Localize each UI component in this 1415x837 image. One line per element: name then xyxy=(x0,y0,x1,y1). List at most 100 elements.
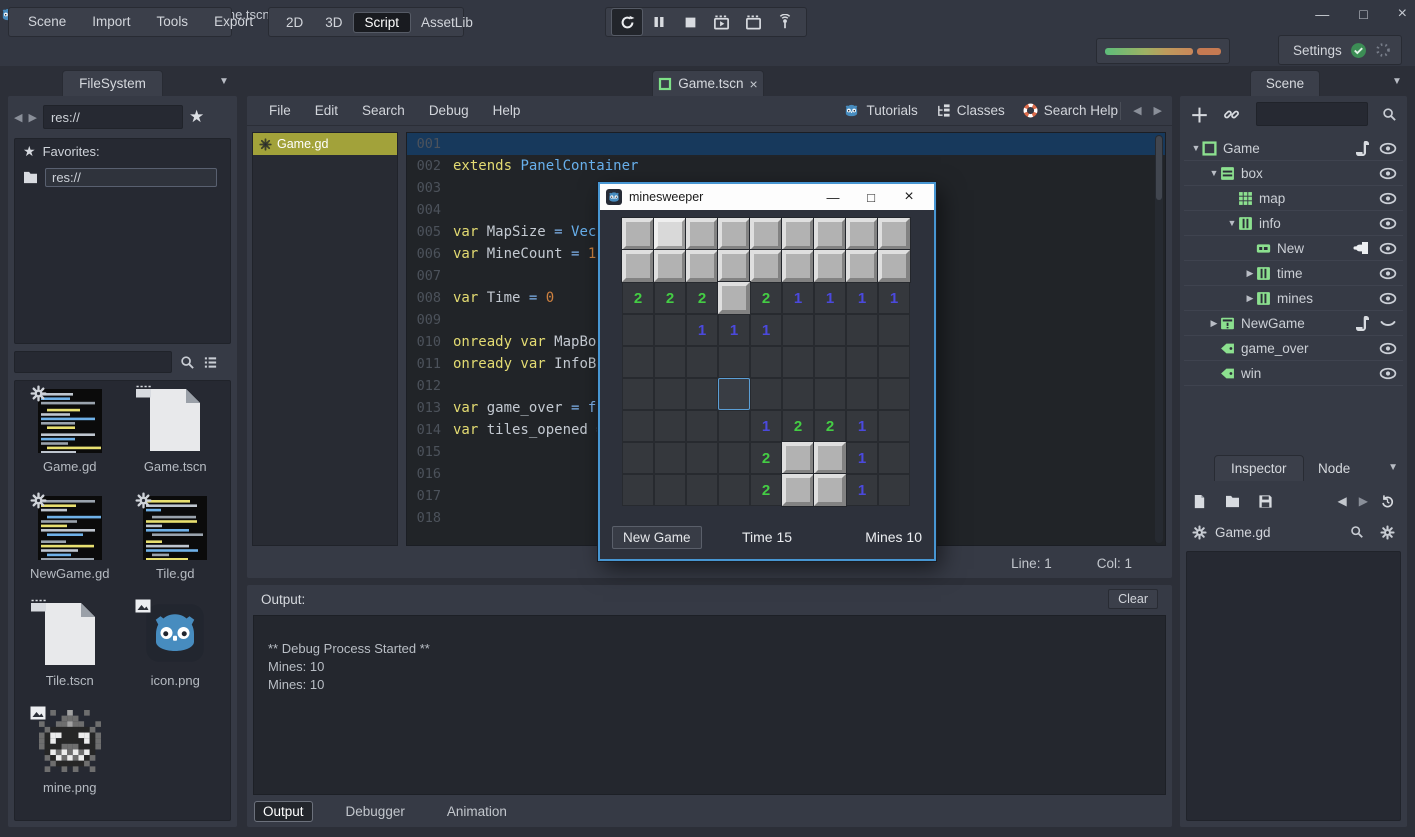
scene-node-time[interactable]: ▶time xyxy=(1184,261,1403,286)
play-custom-scene-button[interactable] xyxy=(738,9,768,35)
game-close-button[interactable]: × xyxy=(890,184,928,210)
board-cell-r5c6[interactable] xyxy=(814,378,846,410)
menu-export[interactable]: Export xyxy=(201,8,266,36)
board-cell-r3c4[interactable]: 1 xyxy=(750,314,782,346)
visibility-eye-icon[interactable] xyxy=(1379,192,1397,205)
script-menu-debug[interactable]: Debug xyxy=(417,103,481,118)
board-cell-r1c1[interactable] xyxy=(654,250,686,282)
file-tile-tscn[interactable]: Tile.tscn xyxy=(17,603,123,688)
history-icon[interactable] xyxy=(1380,494,1395,509)
code-scrollbar[interactable] xyxy=(1155,135,1163,543)
board-cell-r4c2[interactable] xyxy=(686,346,718,378)
fs-path-input[interactable]: res:// xyxy=(43,105,183,129)
board-cell-r0c3[interactable] xyxy=(718,218,750,250)
board-cell-r0c2[interactable] xyxy=(686,218,718,250)
board-cell-r1c7[interactable] xyxy=(846,250,878,282)
board-cell-r5c8[interactable] xyxy=(878,378,910,410)
menu-import[interactable]: Import xyxy=(79,8,143,36)
board-cell-r5c4[interactable] xyxy=(750,378,782,410)
board-cell-r7c4[interactable]: 2 xyxy=(750,442,782,474)
board-cell-r7c1[interactable] xyxy=(654,442,686,474)
script-menu-search[interactable]: Search xyxy=(350,103,417,118)
board-cell-r3c6[interactable] xyxy=(814,314,846,346)
game-maximize-button[interactable]: □ xyxy=(852,184,890,210)
save-resource-icon[interactable] xyxy=(1258,494,1273,509)
visibility-eye-icon[interactable] xyxy=(1379,217,1397,230)
scene-filter-input[interactable] xyxy=(1256,102,1368,126)
file-game-gd[interactable]: Game.gd xyxy=(17,389,123,474)
expand-right-icon[interactable]: ▶ xyxy=(1244,268,1256,279)
board-cell-r2c4[interactable]: 2 xyxy=(750,282,782,314)
script-menu-file[interactable]: File xyxy=(257,103,303,118)
new-resource-icon[interactable] xyxy=(1192,494,1207,509)
board-cell-r8c4[interactable]: 2 xyxy=(750,474,782,506)
load-resource-icon[interactable] xyxy=(1225,495,1240,508)
inspector-menu-icon[interactable]: ▼ xyxy=(1388,462,1398,473)
board-cell-r5c2[interactable] xyxy=(686,378,718,410)
help-classes[interactable]: Classes xyxy=(936,103,1005,118)
object-tools-gear-icon[interactable] xyxy=(1380,525,1395,540)
board-cell-r8c6[interactable] xyxy=(814,474,846,506)
script-list-item[interactable]: Game.gd xyxy=(253,133,397,155)
settings-button[interactable]: Settings xyxy=(1278,35,1402,65)
fs-back-icon[interactable]: ◀ xyxy=(14,111,22,124)
fs-search-input[interactable] xyxy=(14,351,172,373)
search-icon[interactable] xyxy=(180,355,195,370)
board-cell-r3c2[interactable]: 1 xyxy=(686,314,718,346)
board-cell-r5c7[interactable] xyxy=(846,378,878,410)
tab-scene[interactable]: Scene xyxy=(1250,70,1320,96)
board-cell-r0c5[interactable] xyxy=(782,218,814,250)
scene-node-win[interactable]: win xyxy=(1184,361,1403,386)
board-cell-r2c5[interactable]: 1 xyxy=(782,282,814,314)
board-cell-r4c0[interactable] xyxy=(622,346,654,378)
favorite-star-icon[interactable]: ★ xyxy=(189,107,204,127)
file-game-tscn[interactable]: Game.tscn xyxy=(123,389,229,474)
board-cell-r3c3[interactable]: 1 xyxy=(718,314,750,346)
board-cell-r4c1[interactable] xyxy=(654,346,686,378)
menu-tools[interactable]: Tools xyxy=(144,8,202,36)
signal-badge-icon[interactable] xyxy=(1353,241,1369,255)
board-cell-r6c2[interactable] xyxy=(686,410,718,442)
board-cell-r4c4[interactable] xyxy=(750,346,782,378)
board-cell-r0c0[interactable] xyxy=(622,218,654,250)
board-cell-r6c8[interactable] xyxy=(878,410,910,442)
tab-node[interactable]: Node xyxy=(1302,455,1366,481)
tab-inspector[interactable]: Inspector xyxy=(1214,455,1304,481)
scene-node-new[interactable]: New xyxy=(1184,236,1403,261)
script-back-icon[interactable]: ◀ xyxy=(1133,104,1141,117)
script-badge-icon[interactable] xyxy=(1356,316,1369,331)
file-tile-gd[interactable]: Tile.gd xyxy=(123,496,229,581)
board-cell-r8c1[interactable] xyxy=(654,474,686,506)
expand-down-icon[interactable]: ▼ xyxy=(1190,143,1202,153)
context-tab-assetlib[interactable]: AssetLib xyxy=(410,13,484,32)
right-dock-menu-icon[interactable]: ▼ xyxy=(1392,76,1402,87)
board-cell-r7c0[interactable] xyxy=(622,442,654,474)
board-cell-r2c0[interactable]: 2 xyxy=(622,282,654,314)
context-tab-script[interactable]: Script xyxy=(354,13,411,32)
board-cell-r4c3[interactable] xyxy=(718,346,750,378)
bottom-tab-output[interactable]: Output xyxy=(255,802,312,821)
maximize-button[interactable]: □ xyxy=(1359,6,1367,22)
scene-node-info[interactable]: ▼info xyxy=(1184,211,1403,236)
board-cell-r3c8[interactable] xyxy=(878,314,910,346)
menu-scene[interactable]: Scene xyxy=(15,8,79,36)
board-cell-r7c6[interactable] xyxy=(814,442,846,474)
board-cell-r6c4[interactable]: 1 xyxy=(750,410,782,442)
script-menu-edit[interactable]: Edit xyxy=(303,103,350,118)
game-titlebar[interactable]: minesweeper — □ × xyxy=(600,184,934,210)
history-forward-icon[interactable]: ▶ xyxy=(1359,494,1368,508)
tab-game-tscn[interactable]: Game.tscn × xyxy=(652,70,764,96)
scene-node-newgame[interactable]: ▶NewGame xyxy=(1184,311,1403,336)
script-forward-icon[interactable]: ▶ xyxy=(1154,104,1162,117)
left-dock-menu-icon[interactable]: ▼ xyxy=(219,76,229,87)
scene-node-game_over[interactable]: game_over xyxy=(1184,336,1403,361)
board-cell-r4c6[interactable] xyxy=(814,346,846,378)
visibility-eye-icon[interactable] xyxy=(1379,367,1397,380)
list-view-icon[interactable] xyxy=(203,355,218,370)
expand-right-icon[interactable]: ▶ xyxy=(1208,318,1220,329)
expand-down-icon[interactable]: ▼ xyxy=(1208,168,1220,178)
board-cell-r8c7[interactable]: 1 xyxy=(846,474,878,506)
history-back-icon[interactable]: ◀ xyxy=(1338,494,1347,508)
board-cell-r3c0[interactable] xyxy=(622,314,654,346)
visibility-eye-icon[interactable] xyxy=(1379,167,1397,180)
